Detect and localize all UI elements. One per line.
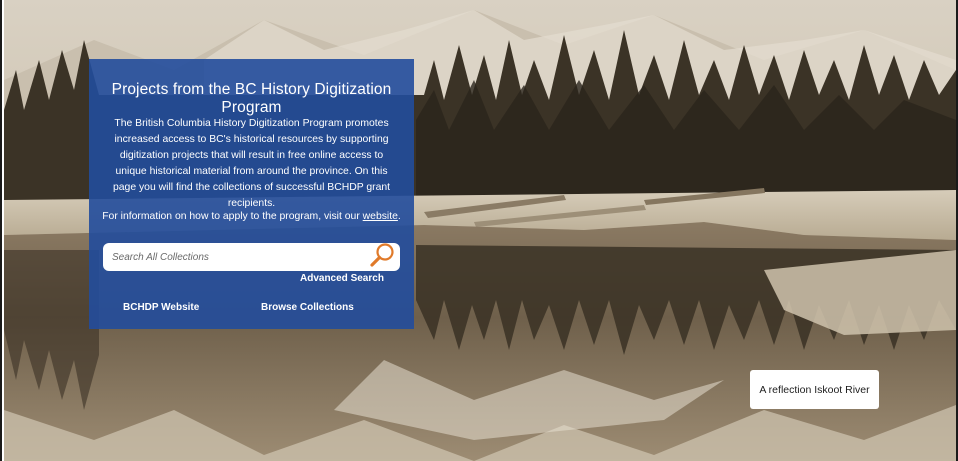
browse-collections-link[interactable]: Browse Collections [261, 302, 354, 313]
panel-title: Projects from the BC History Digitizatio… [111, 81, 392, 116]
program-description: The British Columbia History Digitizatio… [112, 118, 391, 209]
page-frame: Projects from the BC History Digitizatio… [0, 0, 958, 461]
photo-caption: A reflection Iskoot River [750, 370, 879, 409]
bchdp-website-link[interactable]: BCHDP Website [123, 302, 199, 313]
advanced-search-link[interactable]: Advanced Search [300, 273, 384, 284]
apply-info-suffix: . [397, 211, 401, 222]
magnifier-icon [370, 243, 394, 267]
website-link[interactable]: website [363, 211, 398, 222]
apply-info: For information on how to apply to the p… [89, 211, 414, 222]
program-info-panel: Projects from the BC History Digitizatio… [89, 59, 414, 329]
search-input[interactable] [103, 243, 363, 271]
apply-info-prefix: For information on how to apply to the p… [102, 211, 363, 222]
search-button[interactable] [368, 241, 398, 271]
search-box [103, 243, 400, 271]
